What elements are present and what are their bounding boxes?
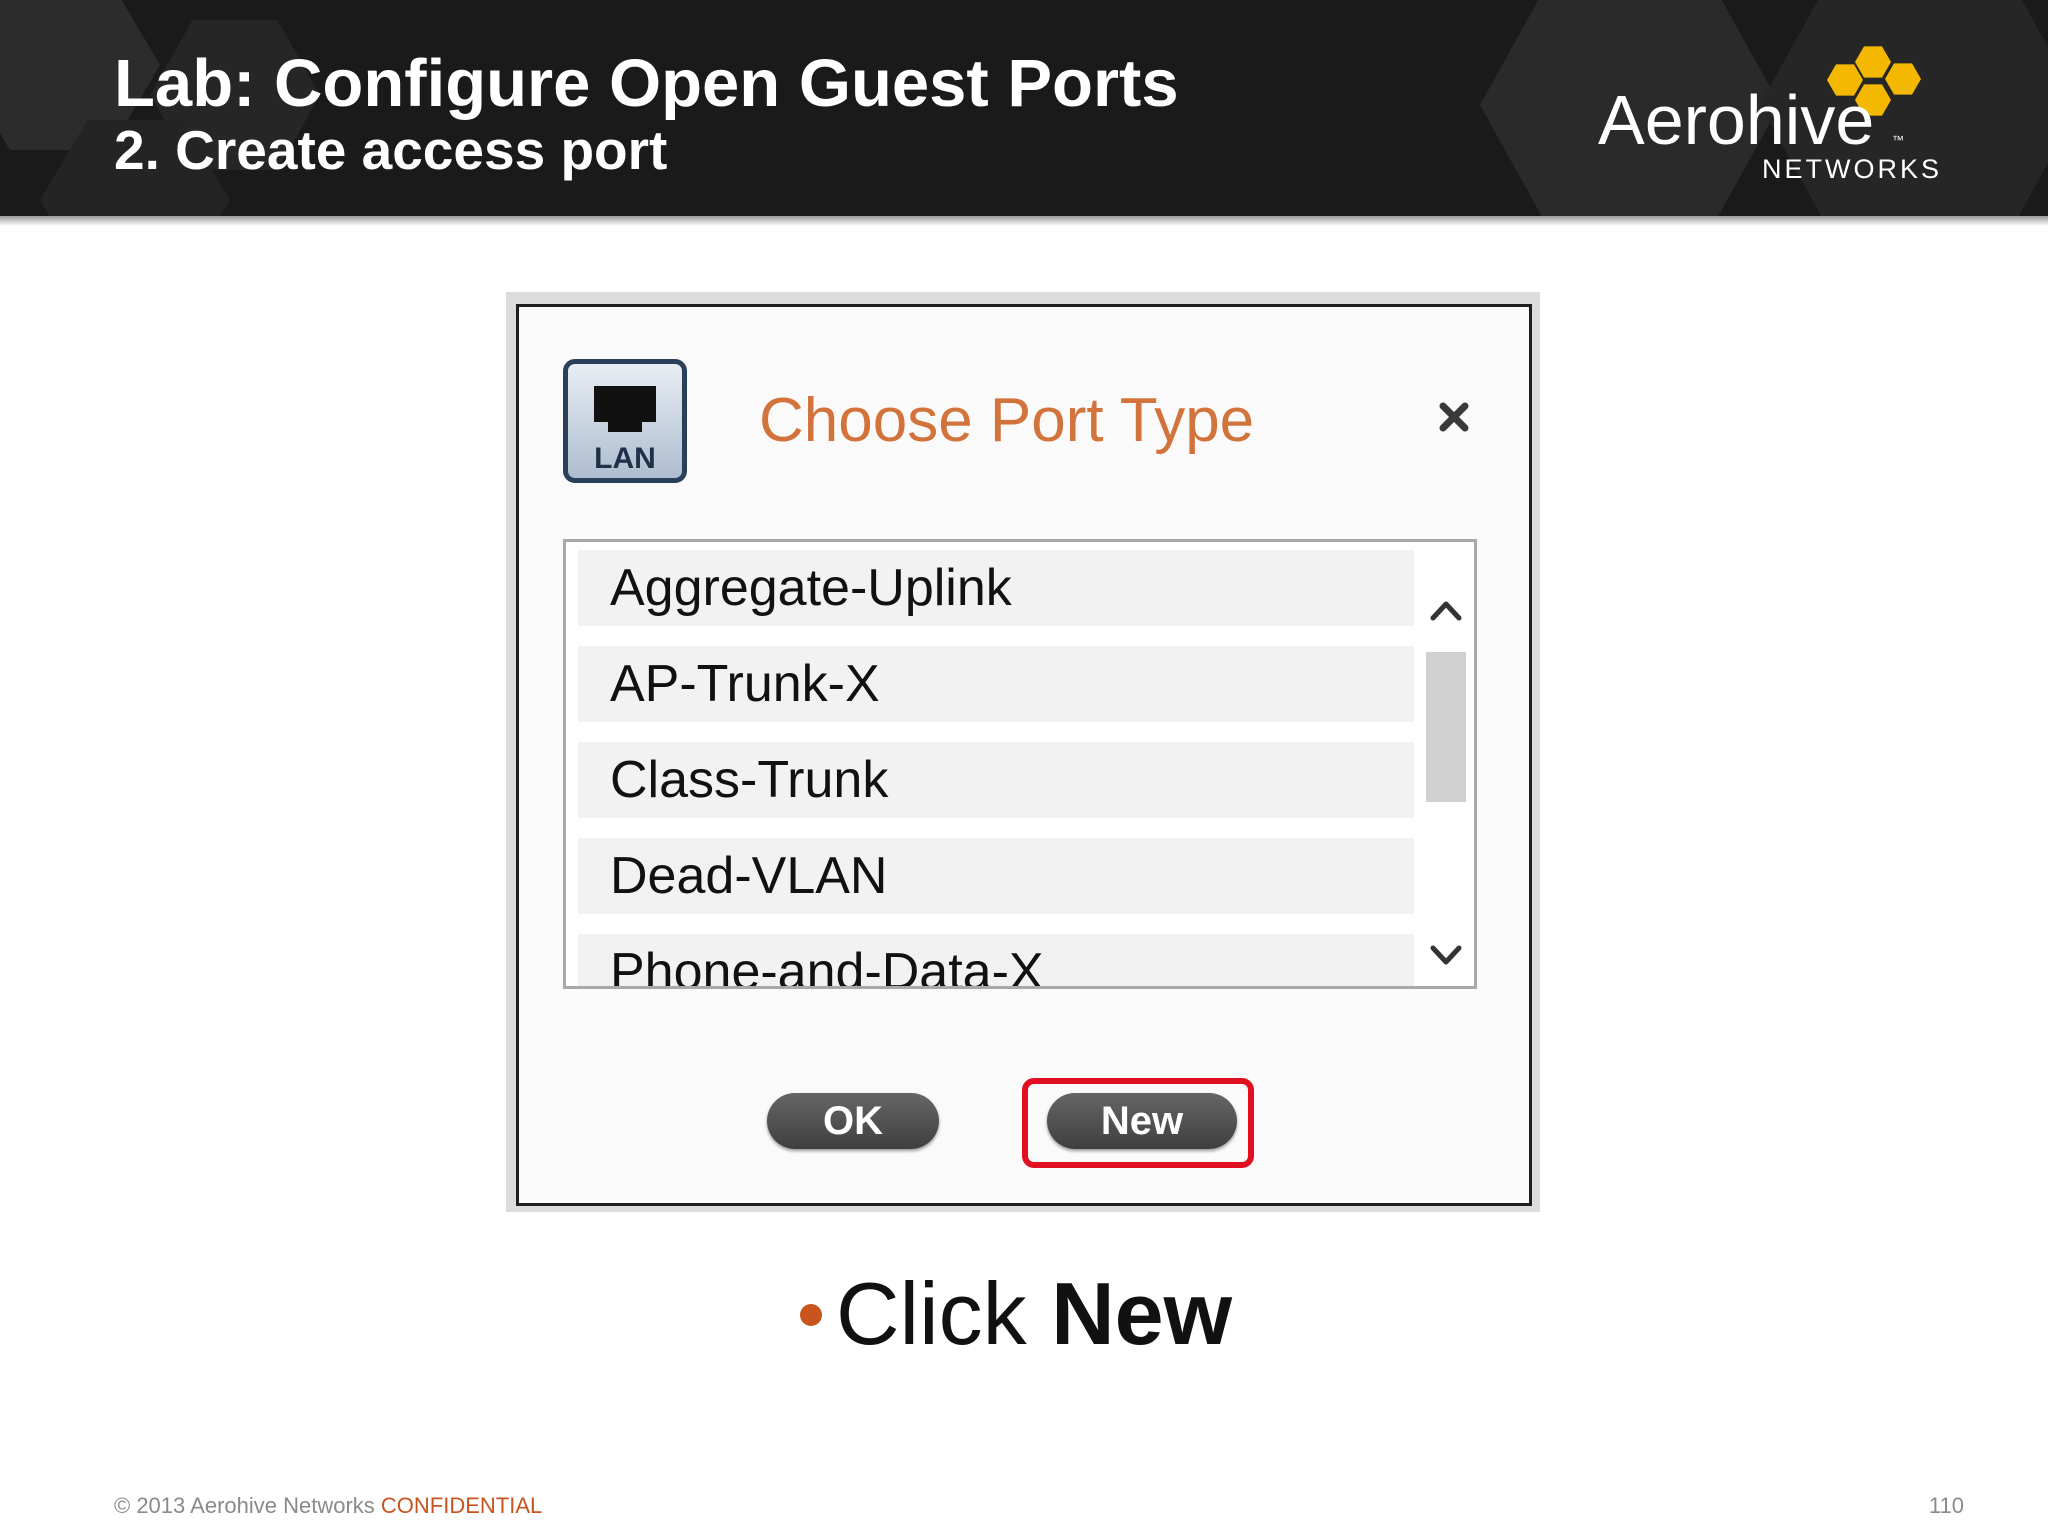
slide-subtitle: 2. Create access port	[114, 119, 668, 181]
new-button-highlight	[1022, 1078, 1254, 1168]
chevron-up-icon[interactable]	[1428, 592, 1464, 628]
list-item-aggregate-uplink[interactable]: Aggregate-Uplink	[578, 550, 1414, 626]
lan-icon-label: LAN	[594, 442, 656, 475]
instruction-text: Click	[836, 1264, 1027, 1363]
choose-port-type-dialog: LAN Choose Port Type Aggregate-Uplink AP…	[516, 304, 1532, 1206]
header-shadow	[0, 216, 2048, 226]
ok-button[interactable]: OK	[767, 1093, 939, 1149]
logo-tagline: NETWORKS	[1762, 154, 1942, 184]
dialog-title: Choose Port Type	[759, 386, 1255, 455]
list-item-dead-vlan[interactable]: Dead-VLAN	[578, 838, 1414, 914]
copyright-text: © 2013 Aerohive Networks	[114, 1493, 375, 1518]
scrollbar-thumb[interactable]	[1426, 652, 1466, 802]
confidential-label: CONFIDENTIAL	[380, 1493, 543, 1518]
list-item-class-trunk[interactable]: Class-Trunk	[578, 742, 1414, 818]
ethernet-jack-icon	[594, 386, 656, 432]
close-icon[interactable]	[1434, 397, 1474, 437]
port-type-list[interactable]: Aggregate-Uplink AP-Trunk-X Class-Trunk …	[563, 539, 1477, 989]
logo-wordmark: Aerohive	[1598, 81, 1874, 159]
slide-title: Lab: Configure Open Guest Ports	[114, 46, 1179, 121]
page-number: 110	[1928, 1493, 1964, 1518]
slide-header: Lab: Configure Open Guest Ports 2. Creat…	[0, 0, 2048, 216]
lan-port-icon: LAN	[563, 359, 687, 483]
bullet-dot-icon	[800, 1303, 822, 1326]
list-item-ap-trunk-x[interactable]: AP-Trunk-X	[578, 646, 1414, 722]
aerohive-logo: Aerohive ™ NETWORKS	[1598, 46, 1942, 184]
instruction-bullet: Click New	[800, 1264, 1232, 1364]
logo-trademark: ™	[1892, 133, 1904, 147]
chevron-down-icon[interactable]	[1428, 938, 1464, 974]
footer-copyright: © 2013 Aerohive Networks CONFIDENTIAL	[114, 1492, 542, 1520]
logo-hexagon	[1885, 63, 1921, 95]
logo-hexagon	[1855, 46, 1891, 78]
list-scrollbar[interactable]	[1418, 542, 1474, 986]
instruction-emphasis: New	[1051, 1264, 1233, 1363]
list-item-phone-and-data-x[interactable]: Phone-and-Data-X	[578, 934, 1414, 986]
